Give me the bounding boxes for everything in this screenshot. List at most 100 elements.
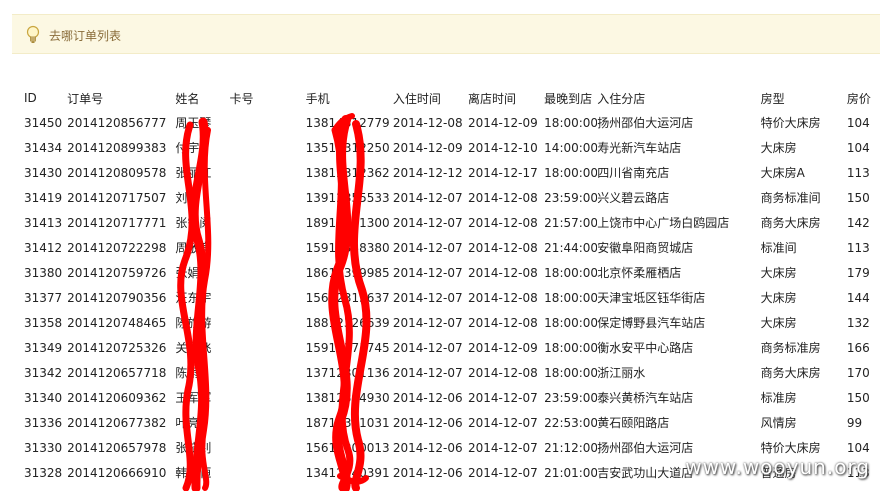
cell-order-no: 2014120677382: [67, 415, 167, 430]
cell-checkout: 2014-12-07: [468, 415, 538, 430]
cell-order-no: 2014120759726: [67, 265, 167, 280]
column-header-checkin: 入住时间: [392, 91, 441, 106]
cell-latest-arrival: 21:01:00: [544, 465, 598, 480]
cell-price: 113: [846, 240, 870, 255]
cell-phone: 13512312250: [305, 140, 390, 155]
cell-branch: 北京怀柔雁栖店: [597, 266, 682, 280]
page-title: 去哪订单列表: [49, 29, 122, 43]
cell-order-no: 2014120722298: [67, 240, 167, 255]
cell-checkin: 2014-12-06: [392, 390, 463, 405]
cell-checkin: 2014-12-07: [392, 315, 463, 330]
cell-checkout: 2014-12-08: [468, 290, 538, 305]
column-header-phone: 手机: [305, 91, 330, 106]
cell-room-type: 标准房: [760, 391, 797, 405]
cell-id: 31340: [24, 390, 63, 405]
cell-branch: 衡水安平中心路店: [597, 341, 694, 355]
cell-card: [229, 185, 305, 210]
cell-branch: 扬州邵伯大运河店: [597, 116, 694, 130]
cell-phone: 15912371745: [305, 340, 390, 355]
cell-price: 179: [846, 265, 870, 280]
cell-name: 张晓钊: [175, 441, 212, 455]
cell-id: 31336: [24, 415, 63, 430]
cell-checkin: 2014-12-07: [392, 190, 463, 205]
table-row: 31377 2014120790356 汪东宇 15612315637 2014-12-…: [0, 285, 880, 310]
cell-checkin: 2014-12-06: [392, 465, 463, 480]
cell-latest-arrival: 18:00:00: [544, 265, 598, 280]
cell-id: 31358: [24, 315, 63, 330]
cell-card: [229, 160, 305, 185]
cell-phone: 15612315637: [305, 290, 390, 305]
cell-checkout: 2014-12-07: [468, 440, 538, 455]
cell-phone: 15912338380: [305, 240, 390, 255]
cell-id: 31413: [24, 215, 63, 230]
cell-branch: 黄石颐阳路店: [597, 416, 670, 430]
cell-name: 刘刚: [175, 191, 200, 205]
cell-checkout: 2014-12-09: [468, 340, 538, 355]
cell-latest-arrival: 18:00:00: [544, 165, 598, 180]
cell-id: 31380: [24, 265, 63, 280]
notice-bar: 去哪订单列表: [12, 14, 880, 54]
cell-latest-arrival: 14:00:00: [544, 140, 598, 155]
cell-latest-arrival: 21:12:00: [544, 440, 598, 455]
column-header-order-no: 订单号: [67, 91, 104, 106]
orders-table: ID 订单号 姓名 卡号 手机 入住时间 离店时间 最晚到店 入住分店 房型 房…: [0, 86, 880, 485]
cell-branch: 泰兴黄桥汽车站店: [597, 391, 694, 405]
cell-phone: 13412340391: [305, 465, 390, 480]
cell-room-type: 特价大床房: [760, 116, 821, 130]
cell-branch: 保定博野县汽车站店: [597, 316, 706, 330]
cell-phone: 15612300013: [305, 440, 390, 455]
cell-name: 汪东宇: [175, 291, 212, 305]
cell-card: [229, 285, 305, 310]
cell-room-type: 大床房A: [760, 166, 805, 180]
table-row: 31342 2014120657718 陈雨 13712301136 2014-12-0…: [0, 360, 880, 385]
cell-name: 周敬育: [175, 241, 212, 255]
cell-id: 31412: [24, 240, 63, 255]
cell-card: [229, 335, 305, 360]
column-header-latest-arrival: 最晚到店: [544, 91, 593, 106]
cell-name: 陈旅游: [175, 316, 212, 330]
cell-branch: 天津宝坻区钰华街店: [597, 291, 706, 305]
cell-checkin: 2014-12-06: [392, 440, 463, 455]
cell-price: 99: [846, 415, 863, 430]
cell-card: [229, 135, 305, 160]
table-row: 31434 2014120899383 付宇 13512312250 2014-12-0…: [0, 135, 880, 160]
table-row: 31450 2014120856777 周玉琴 13814312779 2014-12-…: [0, 110, 880, 135]
cell-room-type: 商务标准间: [760, 191, 821, 205]
lightbulb-icon: [26, 25, 40, 43]
cell-room-type: 大床房: [760, 291, 797, 305]
cell-order-no: 2014120666910: [67, 465, 167, 480]
cell-checkin: 2014-12-07: [392, 265, 463, 280]
cell-checkin: 2014-12-07: [392, 365, 463, 380]
cell-latest-arrival: 18:00:00: [544, 365, 598, 380]
cell-card: [229, 460, 305, 485]
cell-order-no: 2014120657718: [67, 365, 167, 380]
cell-checkin: 2014-12-07: [392, 215, 463, 230]
cell-room-type: 商务标准房: [760, 341, 821, 355]
cell-price: 104: [846, 115, 870, 130]
cell-order-no: 2014120809578: [67, 165, 167, 180]
cell-latest-arrival: 21:57:00: [544, 215, 598, 230]
cell-price: 144: [846, 290, 870, 305]
cell-branch: 上饶市中心广场白鸥园店: [597, 216, 730, 230]
table-row: 31336 2014120677382 叶亮 18712361031 2014-12-0…: [0, 410, 880, 435]
cell-card: [229, 260, 305, 285]
cell-order-no: 2014120609362: [67, 390, 167, 405]
cell-card: [229, 210, 305, 235]
cell-phone: 13712301136: [305, 365, 390, 380]
cell-checkout: 2014-12-10: [468, 140, 538, 155]
cell-order-no: 2014120790356: [67, 290, 167, 305]
cell-checkout: 2014-12-08: [468, 315, 538, 330]
cell-order-no: 2014120725326: [67, 340, 167, 355]
cell-price: 166: [846, 340, 870, 355]
cell-checkin: 2014-12-07: [392, 340, 463, 355]
cell-checkin: 2014-12-07: [392, 240, 463, 255]
cell-card: [229, 410, 305, 435]
table-row: 31419 2014120717507 刘刚 13912355533 2014-12-0…: [0, 185, 880, 210]
cell-card: [229, 310, 305, 335]
cell-id: 31342: [24, 365, 63, 380]
cell-phone: 13812394930: [305, 390, 390, 405]
cell-name: 陈雨: [175, 366, 200, 380]
table-row: 31340 2014120609362 王军军 13812394930 2014-12-…: [0, 385, 880, 410]
table-header-row: ID 订单号 姓名 卡号 手机 入住时间 离店时间 最晚到店 入住分店 房型 房…: [0, 86, 880, 110]
cell-latest-arrival: 18:00:00: [544, 115, 598, 130]
